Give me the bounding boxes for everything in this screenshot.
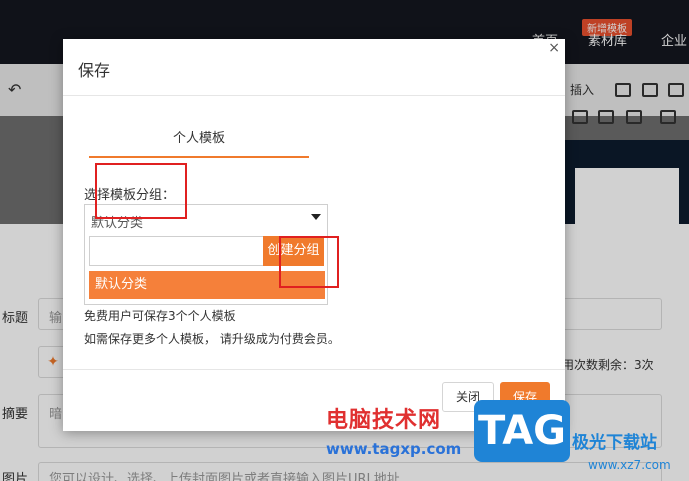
watermark-site-url: www.tagxp.com: [326, 440, 462, 458]
free-limit-hint: 免费用户可保存3个个人模板: [84, 309, 236, 323]
new-group-name-input[interactable]: [89, 236, 265, 266]
dialog-header-divider: [63, 95, 565, 96]
dialog-footer-divider: [63, 369, 565, 370]
highlight-box-create-group: [279, 236, 339, 288]
chevron-down-icon[interactable]: [311, 214, 321, 220]
watermark-brand-url: www.xz7.com: [588, 458, 671, 472]
highlight-box-group-label: [95, 163, 187, 219]
dialog-title: 保存: [78, 61, 111, 80]
upgrade-hint: 如需保存更多个人模板， 请升级成为付费会员。: [84, 332, 340, 346]
tab-active-indicator: [89, 156, 309, 158]
watermark-logo: TAG: [474, 400, 570, 462]
watermark-site-name: 电脑技术网: [326, 408, 442, 433]
close-icon[interactable]: ×: [548, 40, 560, 56]
tab-personal-template[interactable]: 个人模板: [89, 127, 309, 146]
save-dialog: 保存 × 个人模板 选择模板分组： 默认分类 创建分组 默认分类 免费用户可保存…: [63, 39, 565, 431]
watermark-brand: 极光下载站: [572, 433, 657, 453]
